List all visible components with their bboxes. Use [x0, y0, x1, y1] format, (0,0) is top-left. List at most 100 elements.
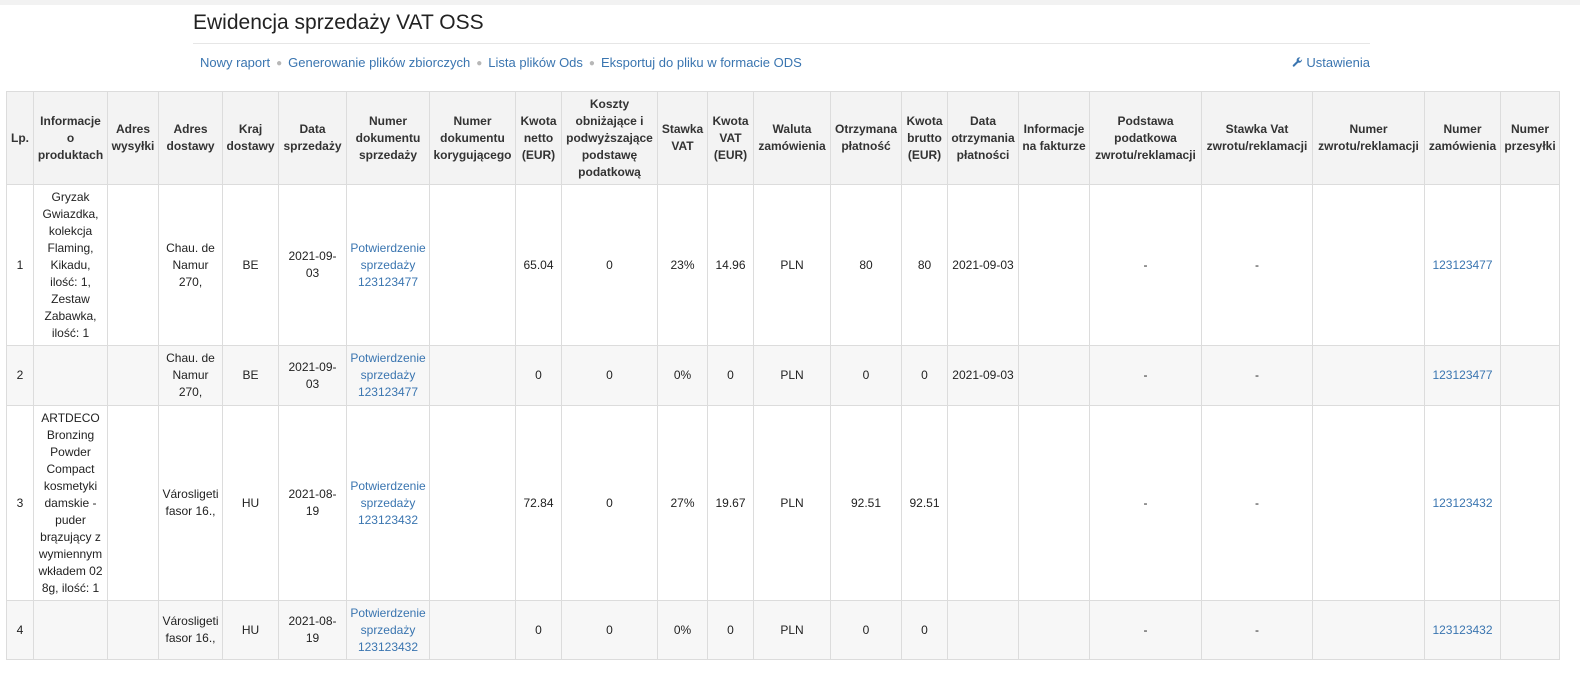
cell-return-rate: -	[1201, 405, 1313, 601]
col-header: Kwota brutto (EUR)	[901, 91, 948, 185]
cell-ship-address	[107, 184, 159, 346]
order-link[interactable]: 123123432	[1432, 623, 1492, 637]
col-header: Waluta zamówienia	[753, 91, 831, 185]
cell-vat: 14.96	[707, 184, 754, 346]
settings-label: Ustawienia	[1306, 55, 1370, 70]
table-row: 3 ARTDECO Bronzing Powder Compact kosmet…	[6, 405, 1560, 601]
cell-product	[33, 345, 108, 406]
cell-vat: 19.67	[707, 405, 754, 601]
cell-shipment-number	[1500, 600, 1560, 660]
cell-correction-doc	[429, 600, 516, 660]
settings-link[interactable]: Ustawienia	[1292, 55, 1370, 70]
page-header: Ewidencja sprzedaży VAT OSS	[193, 10, 1370, 36]
cell-net: 72.84	[515, 405, 562, 601]
cell-lp: 3	[6, 405, 34, 601]
cell-invoice-info	[1018, 345, 1090, 406]
nav-new-report[interactable]: Nowy raport	[200, 55, 270, 70]
sale-doc-link[interactable]: Potwierdzenie sprzedaży 123123432	[350, 606, 425, 654]
nav-separator: ●	[276, 58, 283, 69]
col-header: Kwota VAT (EUR)	[707, 91, 754, 185]
cell-sale-date: 2021-09-03	[278, 184, 347, 346]
cell-payment-date	[947, 405, 1019, 601]
col-header: Podstawa podatkowa zwrotu/reklamacji	[1089, 91, 1202, 185]
cell-payment: 80	[830, 184, 902, 346]
cell-payment: 92.51	[830, 405, 902, 601]
col-header: Data sprzedaży	[278, 91, 347, 185]
cell-delivery-address: Városligeti fasor 16.,	[158, 600, 223, 660]
cell-return-base: -	[1089, 345, 1202, 406]
cell-country: HU	[222, 405, 279, 601]
cell-shipment-number	[1500, 345, 1560, 406]
cell-country: BE	[222, 184, 279, 346]
cell-payment: 0	[830, 345, 902, 406]
vat-oss-table: Lp. Informacje o produktach Adres wysyłk…	[6, 91, 1560, 660]
cell-vat: 0	[707, 600, 754, 660]
cell-delivery-address: Chau. de Namur 270,	[158, 184, 223, 346]
cell-gross: 0	[901, 345, 948, 406]
cell-shipment-number	[1500, 405, 1560, 601]
cell-product: Gryzak Gwiazdka, kolekcja Flaming, Kikad…	[33, 184, 108, 346]
cell-costs: 0	[561, 600, 658, 660]
cell-costs: 0	[561, 345, 658, 406]
wrench-icon	[1293, 57, 1303, 67]
cell-sale-date: 2021-09-03	[278, 345, 347, 406]
cell-currency: PLN	[753, 184, 831, 346]
cell-gross: 92.51	[901, 405, 948, 601]
nav-ods-file-list[interactable]: Lista plików Ods	[488, 55, 583, 70]
cell-payment-date: 2021-09-03	[947, 184, 1019, 346]
col-header: Koszty obniżające i podwyższające podsta…	[561, 91, 658, 185]
cell-sale-date: 2021-08-19	[278, 600, 347, 660]
cell-net: 0	[515, 600, 562, 660]
nav-separator: ●	[588, 58, 595, 69]
cell-return-number	[1312, 405, 1425, 601]
cell-net: 65.04	[515, 184, 562, 346]
cell-vat-rate: 0%	[657, 345, 708, 406]
cell-correction-doc	[429, 345, 516, 406]
title-divider	[193, 43, 1370, 44]
cell-invoice-info	[1018, 405, 1090, 601]
col-header: Stawka Vat zwrotu/reklamacji	[1201, 91, 1313, 185]
col-header: Kwota netto (EUR)	[515, 91, 562, 185]
cell-return-rate: -	[1201, 184, 1313, 346]
nav-generate-bulk-files[interactable]: Generowanie plików zbiorczych	[288, 55, 470, 70]
nav-separator: ●	[476, 58, 483, 69]
col-header: Numer przesyłki	[1500, 91, 1560, 185]
cell-return-number	[1312, 184, 1425, 346]
col-header: Informacje o produktach	[33, 91, 108, 185]
nav-export-ods[interactable]: Eksportuj do pliku w formacie ODS	[601, 55, 802, 70]
sale-doc-link[interactable]: Potwierdzenie sprzedaży 123123477	[350, 241, 425, 289]
cell-delivery-address: Városligeti fasor 16.,	[158, 405, 223, 601]
order-link[interactable]: 123123477	[1432, 368, 1492, 382]
cell-product	[33, 600, 108, 660]
cell-correction-doc	[429, 184, 516, 346]
cell-lp: 1	[6, 184, 34, 346]
cell-net: 0	[515, 345, 562, 406]
cell-vat-rate: 23%	[657, 184, 708, 346]
table-header-row: Lp. Informacje o produktach Adres wysyłk…	[6, 91, 1560, 185]
cell-lp: 4	[6, 600, 34, 660]
action-nav: Nowy raport ● Generowanie plików zbiorczyc…	[200, 55, 1370, 73]
sale-doc-link[interactable]: Potwierdzenie sprzedaży 123123432	[350, 479, 425, 527]
cell-country: HU	[222, 600, 279, 660]
cell-country: BE	[222, 345, 279, 406]
order-link[interactable]: 123123477	[1432, 258, 1492, 272]
col-header: Numer dokumentu sprzedaży	[346, 91, 430, 185]
sale-doc-link[interactable]: Potwierdzenie sprzedaży 123123477	[350, 351, 425, 399]
cell-invoice-info	[1018, 600, 1090, 660]
cell-sale-doc: Potwierdzenie sprzedaży 123123477	[346, 184, 430, 346]
cell-invoice-info	[1018, 184, 1090, 346]
col-header: Numer zwrotu/reklamacji	[1312, 91, 1425, 185]
cell-product: ARTDECO Bronzing Powder Compact kosmetyk…	[33, 405, 108, 601]
cell-return-number	[1312, 600, 1425, 660]
cell-vat-rate: 27%	[657, 405, 708, 601]
cell-vat: 0	[707, 345, 754, 406]
cell-delivery-address: Chau. de Namur 270,	[158, 345, 223, 406]
cell-order-number: 123123432	[1424, 405, 1501, 601]
cell-sale-date: 2021-08-19	[278, 405, 347, 601]
cell-return-rate: -	[1201, 600, 1313, 660]
order-link[interactable]: 123123432	[1432, 496, 1492, 510]
cell-return-base: -	[1089, 600, 1202, 660]
cell-currency: PLN	[753, 600, 831, 660]
col-header: Stawka VAT	[657, 91, 708, 185]
col-header: Informacje na fakturze	[1018, 91, 1090, 185]
